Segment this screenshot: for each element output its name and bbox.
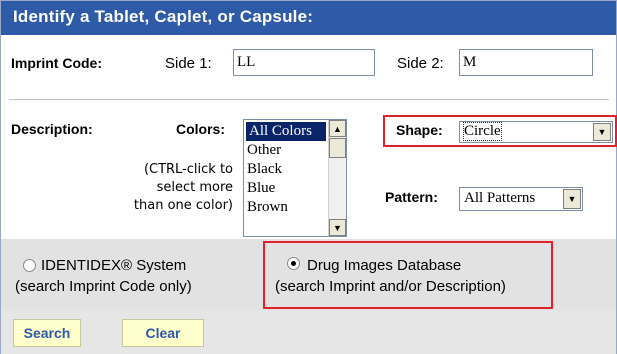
shape-highlight-box: [383, 115, 617, 147]
search-button[interactable]: Search: [13, 319, 81, 347]
identidex-radio[interactable]: [23, 259, 36, 272]
identidex-label: IDENTIDEX® System: [41, 257, 187, 274]
colors-hint: (CTRL-click to select more than one colo…: [105, 161, 233, 215]
side2-label: Side 2:: [397, 55, 444, 72]
imprint-code-label: Imprint Code:: [11, 55, 102, 71]
pattern-select-value: All Patterns: [464, 190, 536, 206]
panel-title: Identify a Tablet, Caplet, or Capsule:: [1, 1, 616, 35]
pattern-label: Pattern:: [385, 189, 438, 205]
scroll-up-icon[interactable]: ▲: [329, 120, 346, 137]
side2-input[interactable]: [459, 49, 593, 76]
colors-hint-line: than one color): [133, 198, 233, 213]
colors-hint-line: select more: [156, 180, 233, 195]
drug-images-highlight-box: [263, 241, 553, 309]
identidex-sublabel: (search Imprint Code only): [15, 278, 192, 295]
side1-label: Side 1:: [165, 55, 212, 72]
scroll-down-icon[interactable]: ▼: [329, 219, 346, 236]
pill-identifier-panel: Identify a Tablet, Caplet, or Capsule: I…: [0, 0, 617, 354]
chevron-down-icon[interactable]: ▼: [563, 189, 581, 209]
side1-input[interactable]: [233, 49, 375, 76]
clear-button[interactable]: Clear: [122, 319, 204, 347]
color-option-all-colors[interactable]: All Colors: [246, 122, 326, 141]
section-divider: [9, 99, 609, 100]
scroll-thumb[interactable]: [329, 138, 346, 158]
colors-listbox[interactable]: All Colors Other Black Blue Brown ▲ ▼: [243, 119, 347, 237]
button-band: [1, 311, 616, 354]
colors-scrollbar[interactable]: ▲ ▼: [328, 120, 346, 236]
description-label: Description:: [11, 121, 93, 137]
colors-hint-line: (CTRL-click to: [143, 162, 233, 177]
colors-label: Colors:: [176, 121, 225, 137]
pattern-select[interactable]: All Patterns ▼: [459, 187, 583, 211]
